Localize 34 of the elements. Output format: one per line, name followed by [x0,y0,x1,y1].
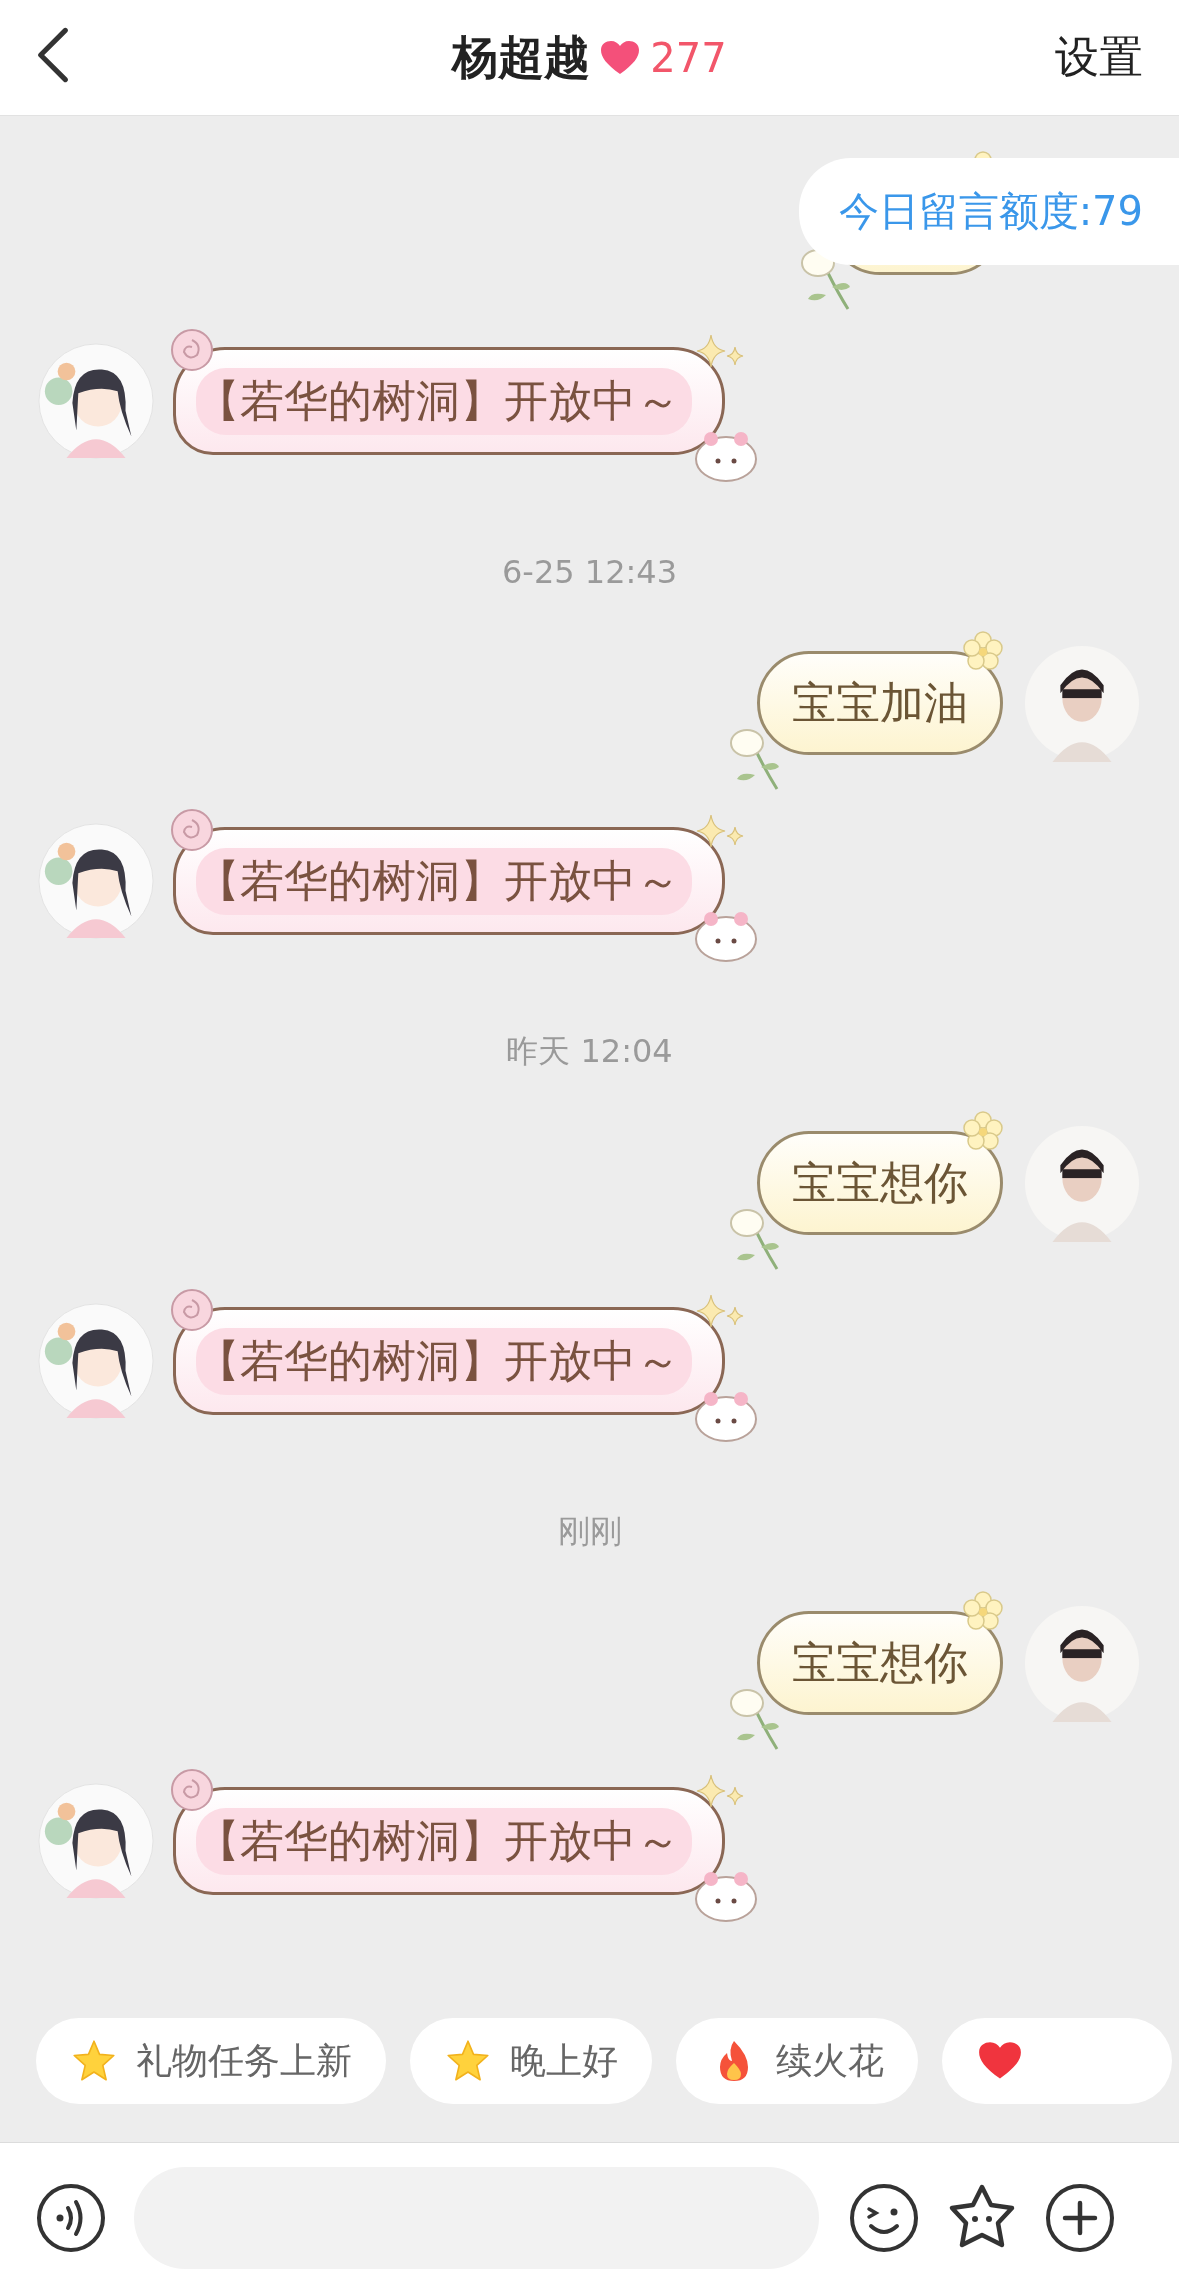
contact-name: 杨超越 [452,28,591,86]
flower-icon [963,1591,1003,1631]
timestamp: 6-25 12:43 [502,553,677,591]
message-text: 宝宝加油 [792,675,968,730]
plus-icon[interactable] [1045,2182,1115,2253]
heart-icon [600,39,641,76]
avatar[interactable] [1023,1124,1141,1242]
message-text: 宝宝想你 [792,1635,968,1690]
avatar[interactable] [37,822,155,940]
timestamp: 刚刚 [557,1511,622,1552]
message-text: 【若华的树洞】开放中～ [196,1807,692,1875]
quick-reply-chip[interactable]: 续火花 [676,2018,918,2104]
star-icon [72,2039,116,2083]
avatar[interactable] [37,1782,155,1900]
settings-link[interactable]: 设置 [1055,28,1143,87]
flower-icon [963,1111,1003,1151]
avatar[interactable] [37,1302,155,1420]
back-icon[interactable] [36,27,70,83]
avatar[interactable] [37,342,155,460]
avatar[interactable] [1023,644,1141,762]
message-text: 宝宝想你 [792,1155,968,1210]
emoji-icon[interactable] [849,2182,919,2253]
message-text: 【若华的树洞】开放中～ [196,847,692,915]
quick-reply-chip[interactable]: 晚上好 [410,2018,652,2104]
star-icon [446,2039,490,2083]
timestamp: 昨天 12:04 [506,1031,673,1072]
voice-icon[interactable] [36,2182,106,2253]
avatar[interactable] [1023,1604,1141,1722]
quick-reply-chip[interactable]: 礼物任务上新 [36,2018,386,2104]
quota-toast: 今日留言额度:79 [798,158,1179,265]
message-text: 【若华的树洞】开放中～ [196,367,692,435]
heart-count: 277 [650,34,727,81]
message-text: 【若华的树洞】开放中～ [196,1327,692,1395]
flower-icon [963,631,1003,671]
